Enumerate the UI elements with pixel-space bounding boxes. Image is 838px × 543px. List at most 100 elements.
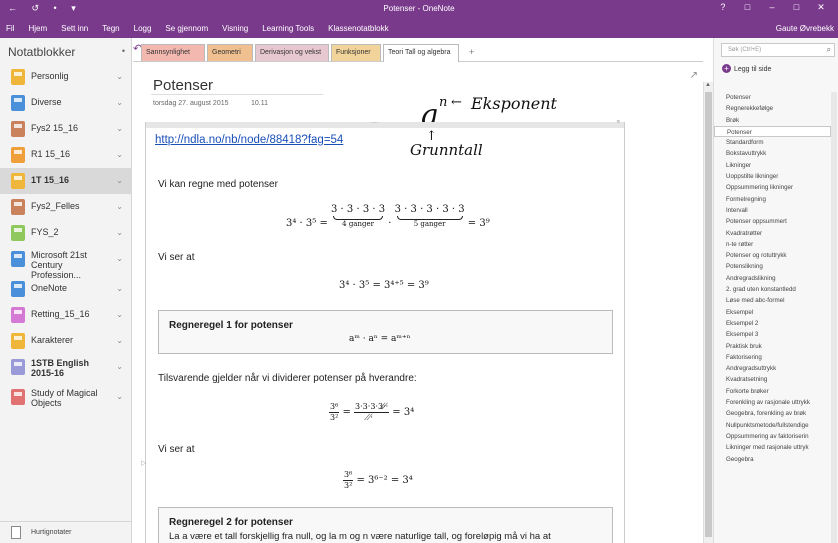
page-list-item[interactable]: n-te røtter (714, 239, 838, 250)
notebook-item[interactable]: Karakterer ⌄ (0, 328, 132, 354)
expand-icon[interactable]: ↗ (690, 70, 698, 81)
notebook-item[interactable]: 1STB English 2015-16 ⌄ (0, 354, 132, 384)
page-list-item[interactable]: Kvadratrøtter (714, 228, 838, 239)
section-tab[interactable]: Funksjoner (331, 44, 381, 61)
notebook-item[interactable]: Fys2_Felles ⌄ (0, 194, 132, 220)
notebooks-title[interactable]: Notatblokker (8, 45, 75, 59)
page-list-item[interactable]: Potenser og rotuttrykk (714, 250, 838, 261)
note-container[interactable]: .... » ▷ http://ndla.no/nb/node/88418?fa… (141, 118, 625, 543)
ribbon-tab-hjem[interactable]: Hjem (28, 24, 47, 33)
notebook-item[interactable]: Diverse ⌄ (0, 90, 132, 116)
page-title[interactable]: Potenser (153, 77, 213, 94)
page-list-item[interactable]: Potenser (714, 125, 831, 138)
page-list-item[interactable]: Uoppstilte likninger (714, 171, 838, 182)
page-list-item[interactable]: Andregradsuttrykk (714, 363, 838, 374)
page-list-item[interactable]: Oppsummering av faktoriserin (714, 431, 838, 442)
notebook-item[interactable]: Retting_15_16 ⌄ (0, 302, 132, 328)
page-canvas[interactable]: Potenser torsdag 27. august 2015 10.11 ↗… (133, 63, 703, 543)
page-list-item[interactable]: Intervall (714, 205, 838, 216)
search-box[interactable]: Søk (Ctrl+E) ⌕ (721, 43, 835, 57)
help-button[interactable]: ? (712, 2, 734, 12)
quick-notes[interactable]: Hurtignotater (0, 521, 132, 543)
chevron-down-icon[interactable]: ⌄ (116, 310, 123, 319)
chevron-down-icon[interactable]: ⌄ (116, 228, 123, 237)
page-list-item[interactable]: Faktorisering (714, 352, 838, 363)
page-list-item[interactable]: Bokstavuttrykk (714, 148, 838, 159)
page-list-item[interactable]: Eksempel 3 (714, 329, 838, 340)
notebook-item[interactable]: FYS_2 ⌄ (0, 220, 132, 246)
ribbon-tab-visning[interactable]: Visning (222, 24, 248, 33)
page-scrollbar[interactable]: ▲ (703, 82, 713, 543)
add-page-button[interactable]: + Legg til side (722, 64, 771, 73)
page-list-item[interactable]: Regnerekkefølge (714, 103, 838, 114)
page-list-item[interactable]: Geogebra (714, 454, 838, 465)
ink-arrow[interactable]: ← (451, 95, 462, 110)
page-list-item[interactable]: Løse med abc-formel (714, 295, 838, 306)
page-list-item[interactable]: Andregradslikning (714, 273, 838, 284)
page-list-item[interactable]: Kvadratsetning (714, 374, 838, 385)
ribbon-tab-se-gjennom[interactable]: Se gjennom (165, 24, 208, 33)
ink-eksponent[interactable]: Eksponent (471, 94, 557, 113)
ribbon-tab-logg[interactable]: Logg (134, 24, 152, 33)
page-list-item[interactable]: 2. grad uten konstantledd (714, 284, 838, 295)
notebook-item[interactable]: Fys2 15_16 ⌄ (0, 116, 132, 142)
notebook-item[interactable]: Personlig ⌄ (0, 64, 132, 90)
chevron-down-icon[interactable]: ⌄ (116, 336, 123, 345)
notebook-item[interactable]: Microsoft 21st Century Profession... ⌄ (0, 246, 132, 280)
section-tab[interactable]: Derivasjon og vekst (255, 44, 329, 61)
close-button[interactable]: ✕ (810, 2, 832, 13)
ribbon-tab-learning-tools[interactable]: Learning Tools (262, 24, 314, 33)
pin-icon[interactable]: • (122, 46, 125, 56)
chevron-down-icon[interactable]: ⌄ (116, 362, 123, 371)
container-handle[interactable]: .... » (146, 118, 624, 128)
notebook-item[interactable]: OneNote ⌄ (0, 276, 132, 302)
chevron-down-icon[interactable]: ⌄ (116, 176, 123, 185)
page-list-item[interactable]: Potenslikning (714, 261, 838, 272)
chevron-down-icon[interactable]: ⌄ (116, 202, 123, 211)
page-list-item[interactable]: Potenser oppsummert (714, 216, 838, 227)
page-list-item[interactable]: Standardform (714, 137, 838, 148)
chevron-down-icon[interactable]: ⌄ (116, 392, 123, 401)
ribbon-tab-tegn[interactable]: Tegn (102, 24, 119, 33)
page-list-item[interactable]: Geogebra, forenkling av brøk (714, 408, 838, 419)
container-resize-icon[interactable]: » (617, 119, 620, 125)
chevron-down-icon[interactable]: ⌄ (116, 124, 123, 133)
page-list-item[interactable]: Brøk (714, 115, 838, 126)
ribbon-tab-fil[interactable]: Fil (6, 24, 14, 33)
full-page-view-button[interactable]: □ (736, 2, 758, 12)
page-list-item[interactable]: Likninger med rasjonale uttryk (714, 442, 838, 453)
ribbon-tab-klassenotatblokk[interactable]: Klassenotatblokk (328, 24, 388, 33)
page-list-item[interactable]: Oppsummering likninger (714, 182, 838, 193)
container-grip[interactable]: .... (371, 118, 379, 125)
page-list-item[interactable]: Likninger (714, 160, 838, 171)
chevron-down-icon[interactable]: ⌄ (116, 150, 123, 159)
page-scrollbar-thumb[interactable] (705, 92, 712, 537)
page-list-item[interactable]: Forenkling av rasjonale uttrykk (714, 397, 838, 408)
section-tab[interactable]: Geometri (207, 44, 253, 61)
page-list-item[interactable]: Formelregning (714, 194, 838, 205)
section-tab[interactable]: Teori Tall og algebra (383, 44, 459, 62)
chevron-down-icon[interactable]: ⌄ (116, 284, 123, 293)
maximize-button[interactable]: □ (785, 2, 807, 12)
ribbon-tab-sett-inn[interactable]: Sett inn (61, 24, 88, 33)
chevron-down-icon[interactable]: ⌄ (116, 98, 123, 107)
ndla-link[interactable]: http://ndla.no/nb/node/88418?fag=54 (155, 134, 343, 146)
user-name[interactable]: Gaute Øvrebekk (776, 24, 834, 33)
minimize-button[interactable]: – (761, 2, 783, 12)
chevron-down-icon[interactable]: ⌄ (116, 72, 123, 81)
page-list-item[interactable]: Potenser (714, 92, 838, 103)
divider-handle-icon[interactable]: ▷ (141, 459, 146, 467)
scroll-up-icon[interactable]: ▲ (705, 82, 711, 88)
chevron-down-icon[interactable]: ⌄ (116, 254, 123, 263)
search-icon[interactable]: ⌕ (827, 45, 831, 55)
ink-exponent-n[interactable]: n (439, 95, 447, 110)
page-list-item[interactable]: Nullpunktsmetode/fullstendige (714, 420, 838, 431)
notebook-item[interactable]: 1T 15_16 ⌄ (0, 168, 132, 194)
page-list-item[interactable]: Eksempel (714, 307, 838, 318)
page-list-item[interactable]: Eksempel 2 (714, 318, 838, 329)
notebook-item[interactable]: Study of Magical Objects ⌄ (0, 384, 132, 414)
notebook-item[interactable]: R1 15_16 ⌄ (0, 142, 132, 168)
page-list-item[interactable]: Praktisk bruk (714, 341, 838, 352)
page-list-item[interactable]: Forkorte brøker (714, 386, 838, 397)
page-list-scrollbar[interactable] (831, 92, 837, 543)
